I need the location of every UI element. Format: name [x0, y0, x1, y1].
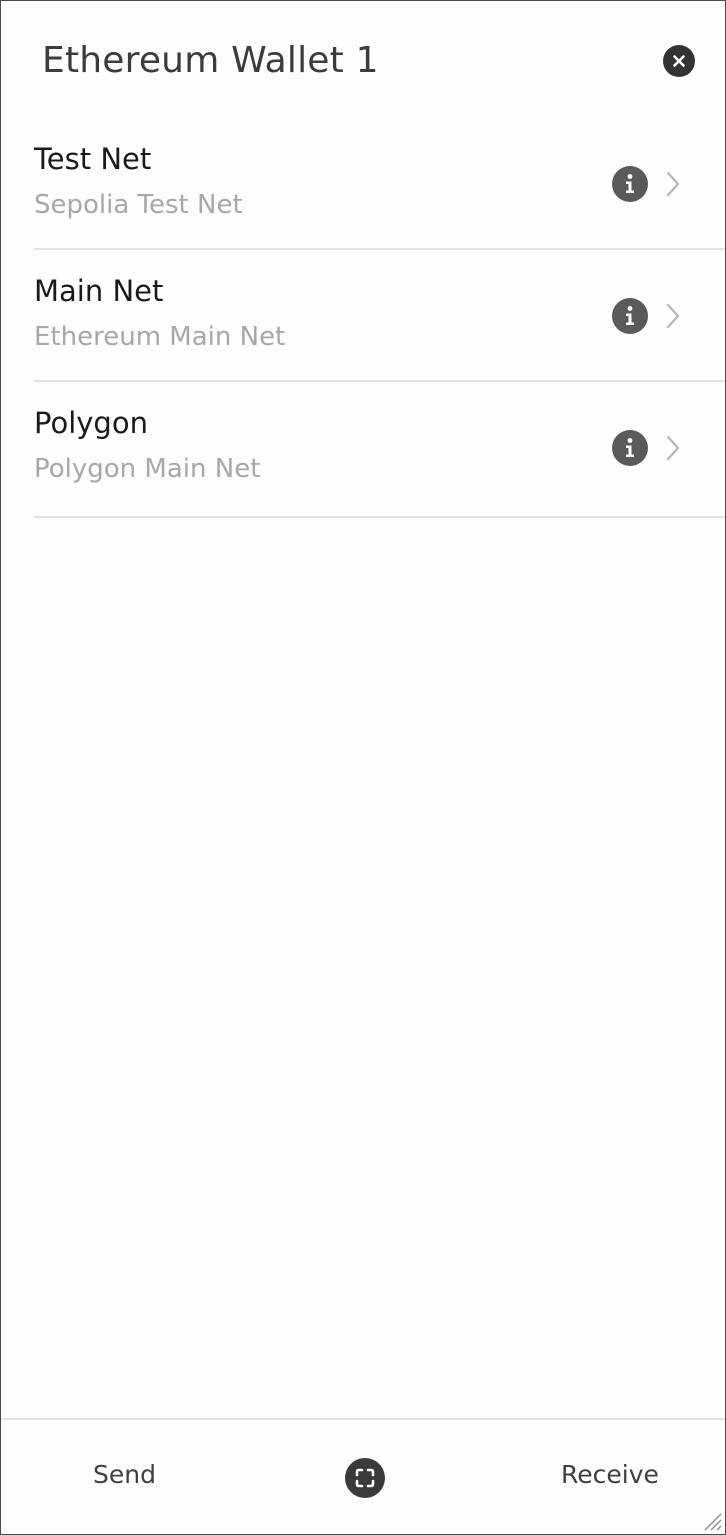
network-name: Main Net — [34, 274, 164, 308]
wallet-window: Ethereum Wallet 1 Test Net Sepolia Test … — [0, 0, 726, 1535]
info-icon[interactable] — [612, 430, 648, 466]
page-title: Ethereum Wallet 1 — [42, 40, 379, 81]
network-name: Test Net — [34, 142, 152, 176]
info-icon[interactable] — [612, 166, 648, 202]
network-name: Polygon — [34, 406, 148, 440]
chevron-right-icon — [666, 303, 680, 329]
network-list: Test Net Sepolia Test Net Main Net Ether… — [1, 118, 725, 518]
chevron-right-icon — [666, 435, 680, 461]
resize-grip-icon[interactable] — [701, 1510, 723, 1532]
network-item-polygon[interactable]: Polygon Polygon Main Net — [1, 382, 725, 518]
info-icon[interactable] — [612, 298, 648, 334]
footer-toolbar: Send Receive — [1, 1418, 725, 1534]
send-button[interactable]: Send — [93, 1460, 156, 1489]
divider — [34, 516, 725, 518]
scan-icon[interactable] — [345, 1458, 385, 1498]
close-icon[interactable] — [663, 45, 695, 77]
chevron-right-icon — [666, 171, 680, 197]
network-item-test-net[interactable]: Test Net Sepolia Test Net — [1, 118, 725, 250]
network-subtitle: Ethereum Main Net — [34, 322, 286, 352]
network-subtitle: Sepolia Test Net — [34, 190, 243, 220]
receive-button[interactable]: Receive — [561, 1460, 659, 1489]
network-subtitle: Polygon Main Net — [34, 454, 261, 484]
header: Ethereum Wallet 1 — [1, 1, 725, 121]
network-item-main-net[interactable]: Main Net Ethereum Main Net — [1, 250, 725, 382]
